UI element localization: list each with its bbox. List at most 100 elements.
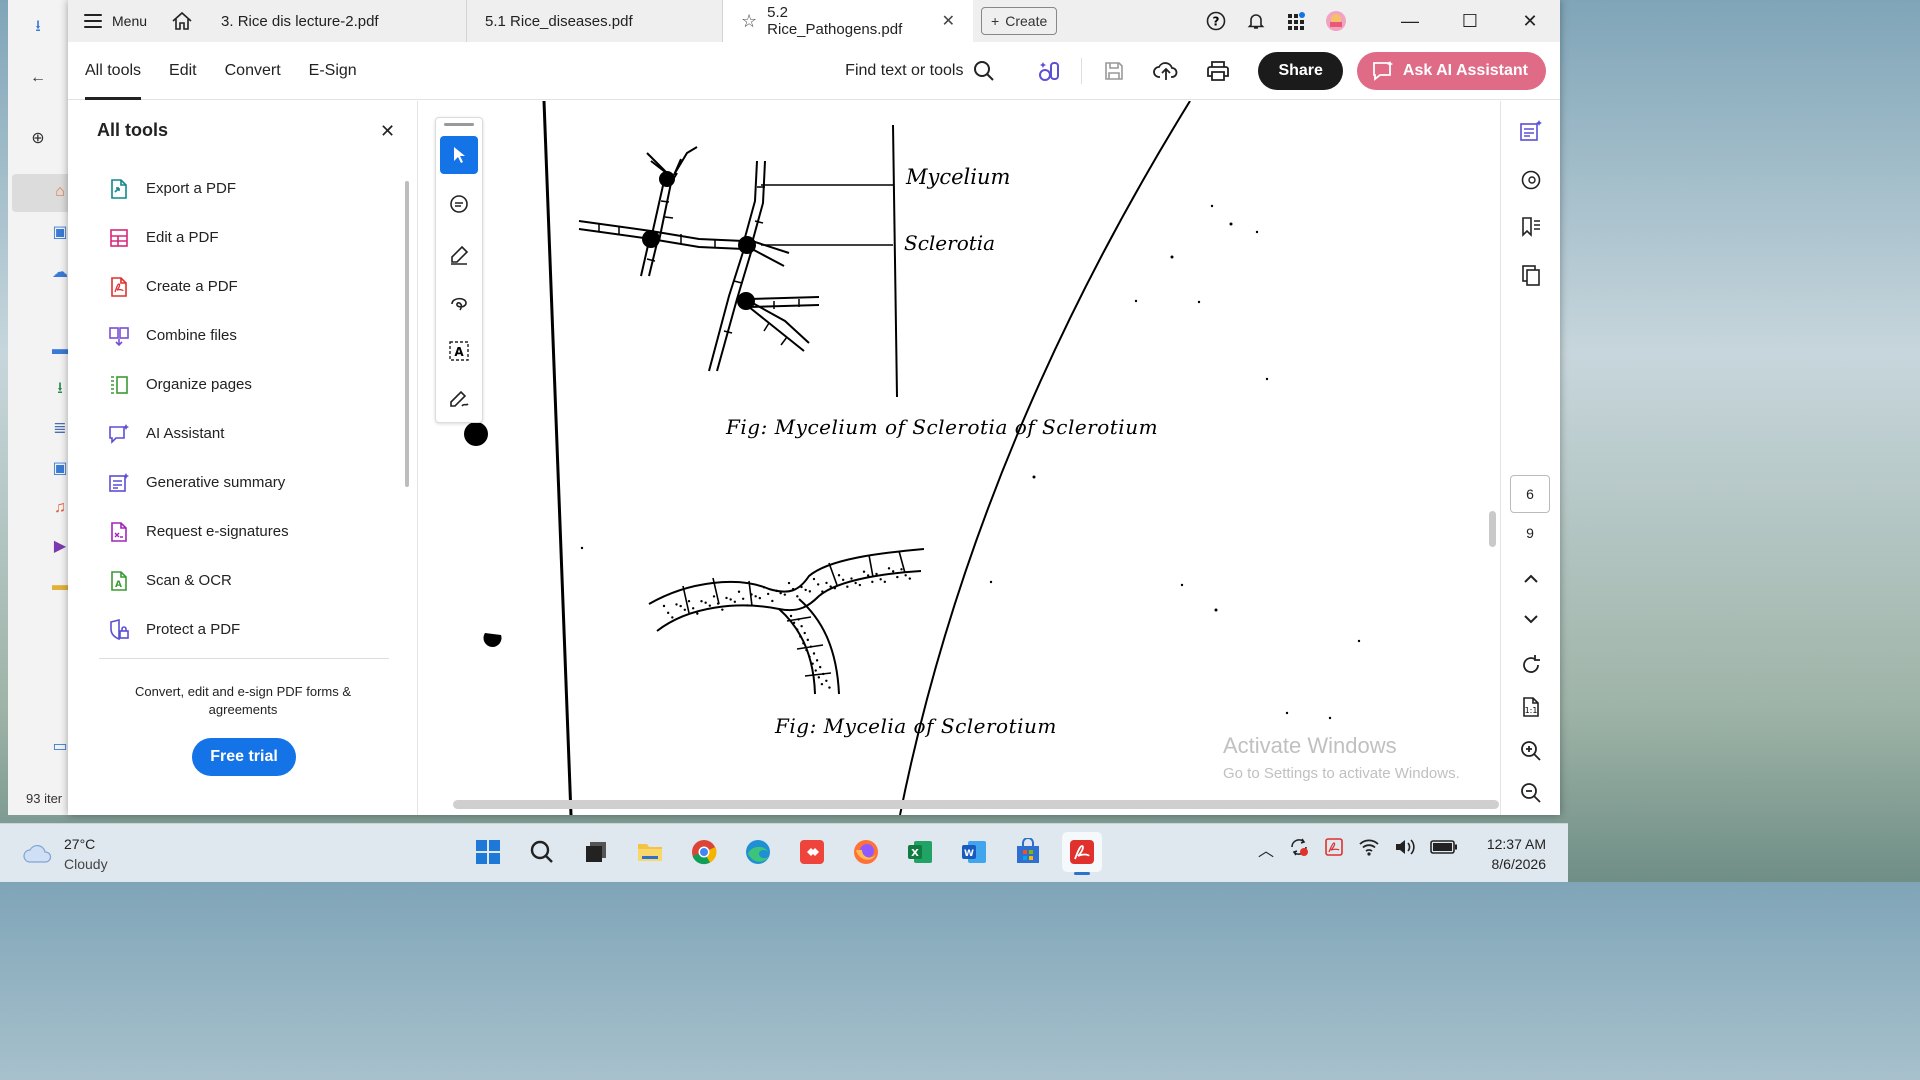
tool-ai-assistant[interactable]: AI Assistant	[98, 409, 398, 458]
sign-tool-icon[interactable]	[440, 380, 478, 418]
music-icon[interactable]: ♫	[50, 498, 70, 518]
downloads-icon[interactable]: ⭳	[50, 380, 70, 400]
tool-export-pdf[interactable]: Export a PDF	[98, 164, 398, 213]
draw-tool-icon[interactable]	[440, 284, 478, 322]
comments-icon[interactable]	[1515, 165, 1547, 197]
highlight-tool-icon[interactable]	[440, 236, 478, 274]
pictures-icon[interactable]: ▣	[50, 458, 70, 478]
microsoft-store-icon[interactable]	[1008, 832, 1048, 872]
ai-summary-icon[interactable]	[1515, 115, 1547, 147]
menu-esign[interactable]: E-Sign	[309, 42, 371, 100]
new-icon[interactable]: ⊕	[28, 128, 48, 148]
onedrive-icon[interactable]: ☁	[50, 262, 70, 282]
hyphae-stipple-dot	[812, 577, 816, 581]
avatar[interactable]	[1316, 0, 1356, 42]
previous-page-icon[interactable]	[1515, 563, 1547, 595]
ask-ai-assistant-button[interactable]: Ask AI Assistant	[1356, 52, 1546, 90]
home-folder-icon[interactable]: ⌂	[50, 182, 70, 202]
share-button[interactable]: Share	[1258, 52, 1343, 90]
tab-rice-diseases[interactable]: 5.1 Rice_diseases.pdf	[467, 0, 724, 42]
menu-convert[interactable]: Convert	[225, 42, 295, 100]
find-tools-button[interactable]: Find text or tools	[845, 60, 995, 82]
hyphae-stipple-dot	[828, 686, 831, 689]
gallery-icon[interactable]: ▣	[50, 222, 70, 242]
current-page-input[interactable]: 6	[1510, 475, 1550, 513]
documents-icon[interactable]: ≣	[50, 418, 70, 438]
chevron-up-icon[interactable]: ︿	[1258, 837, 1274, 861]
task-view-icon[interactable]	[576, 832, 616, 872]
start-icon[interactable]	[468, 832, 508, 872]
acrobat-tray-icon[interactable]	[1324, 837, 1344, 861]
vertical-scrollbar[interactable]	[1489, 511, 1496, 547]
select-tool-icon[interactable]	[440, 136, 478, 174]
ai-tools-icon[interactable]	[1023, 51, 1075, 91]
search-icon[interactable]	[522, 832, 562, 872]
apps-grid-icon[interactable]	[1276, 0, 1316, 42]
tool-organize-pages[interactable]: Organize pages	[98, 360, 398, 409]
star-icon[interactable]: ☆	[741, 11, 757, 32]
chrome-icon[interactable]	[684, 832, 724, 872]
hyphae-stipple-dot	[825, 581, 828, 585]
word-icon[interactable]: W	[954, 832, 994, 872]
tool-generative-summary[interactable]: Generative summary	[98, 458, 398, 507]
acrobat-icon[interactable]	[1062, 832, 1102, 875]
home-icon[interactable]	[161, 0, 203, 42]
close-window-button[interactable]: ✕	[1500, 0, 1560, 42]
weather-widget[interactable]: 27°C Cloudy	[22, 834, 108, 874]
drag-handle[interactable]	[444, 123, 474, 126]
panel-scrollbar[interactable]	[405, 181, 409, 487]
anydesk-icon[interactable]	[792, 832, 832, 872]
excel-icon[interactable]: X	[900, 832, 940, 872]
edge-icon[interactable]	[738, 832, 778, 872]
bookmarks-icon[interactable]	[1515, 211, 1547, 243]
print-icon[interactable]	[1192, 51, 1244, 91]
tool-request-esignatures[interactable]: Request e-signatures	[98, 507, 398, 556]
download-icon[interactable]: ⭳	[28, 18, 48, 38]
folder-icon[interactable]: ▬	[50, 576, 70, 596]
videos-icon[interactable]: ▶	[50, 536, 70, 556]
menu-button[interactable]: Menu	[68, 0, 161, 42]
menu-all-tools[interactable]: All tools	[85, 42, 155, 100]
bell-icon[interactable]	[1236, 0, 1276, 42]
desktop-icon[interactable]: ▬	[50, 340, 70, 360]
volume-icon[interactable]	[1394, 838, 1416, 860]
create-button[interactable]: + Create	[981, 7, 1058, 35]
firefox-icon[interactable]	[846, 832, 886, 872]
maximize-button[interactable]: ☐	[1440, 0, 1500, 42]
help-icon[interactable]: ?	[1196, 0, 1236, 42]
zoom-out-icon[interactable]	[1515, 777, 1547, 809]
file-explorer-icon[interactable]	[630, 832, 670, 872]
page-fit-icon[interactable]: 1:1	[1515, 691, 1547, 723]
minimize-button[interactable]: —	[1380, 0, 1440, 42]
page-thumbnails-icon[interactable]	[1515, 259, 1547, 291]
free-trial-button[interactable]: Free trial	[192, 738, 296, 776]
tool-edit-pdf[interactable]: Edit a PDF	[98, 213, 398, 262]
horizontal-scrollbar[interactable]	[453, 800, 1499, 809]
save-icon[interactable]	[1088, 51, 1140, 91]
temperature: 27°C	[64, 836, 96, 852]
hyphae-stipple-dot	[666, 611, 670, 615]
next-page-icon[interactable]	[1515, 603, 1547, 635]
tab-rice-dis-lecture[interactable]: 3. Rice dis lecture-2.pdf	[203, 0, 468, 42]
tab-rice-pathogens[interactable]: ☆ 5.2 Rice_Pathogens.pdf ✕	[723, 0, 974, 42]
upload-cloud-icon[interactable]	[1140, 51, 1192, 91]
text-tool-icon[interactable]: A	[440, 332, 478, 370]
comment-tool-icon[interactable]	[440, 186, 478, 224]
svg-text:A: A	[115, 580, 122, 590]
rotate-icon[interactable]	[1515, 649, 1547, 681]
wifi-icon[interactable]	[1358, 838, 1380, 860]
close-tab-icon[interactable]: ✕	[942, 11, 955, 31]
tool-create-pdf[interactable]: Create a PDF	[98, 262, 398, 311]
zoom-in-icon[interactable]	[1515, 735, 1547, 767]
close-panel-icon[interactable]: ✕	[380, 121, 395, 142]
tool-scan-ocr[interactable]: A Scan & OCR	[98, 556, 398, 605]
battery-icon[interactable]	[1430, 840, 1458, 858]
hyphae-stipple-dot	[879, 578, 882, 581]
tool-combine-files[interactable]: Combine files	[98, 311, 398, 360]
menu-edit[interactable]: Edit	[169, 42, 211, 100]
back-arrow-icon[interactable]: ←	[28, 68, 48, 88]
sync-icon[interactable]	[1288, 836, 1310, 862]
clock[interactable]: 12:37 AM 8/6/2026	[1487, 834, 1546, 874]
tool-protect-pdf[interactable]: Protect a PDF	[98, 605, 398, 654]
this-pc-icon[interactable]: ▭	[50, 736, 70, 756]
